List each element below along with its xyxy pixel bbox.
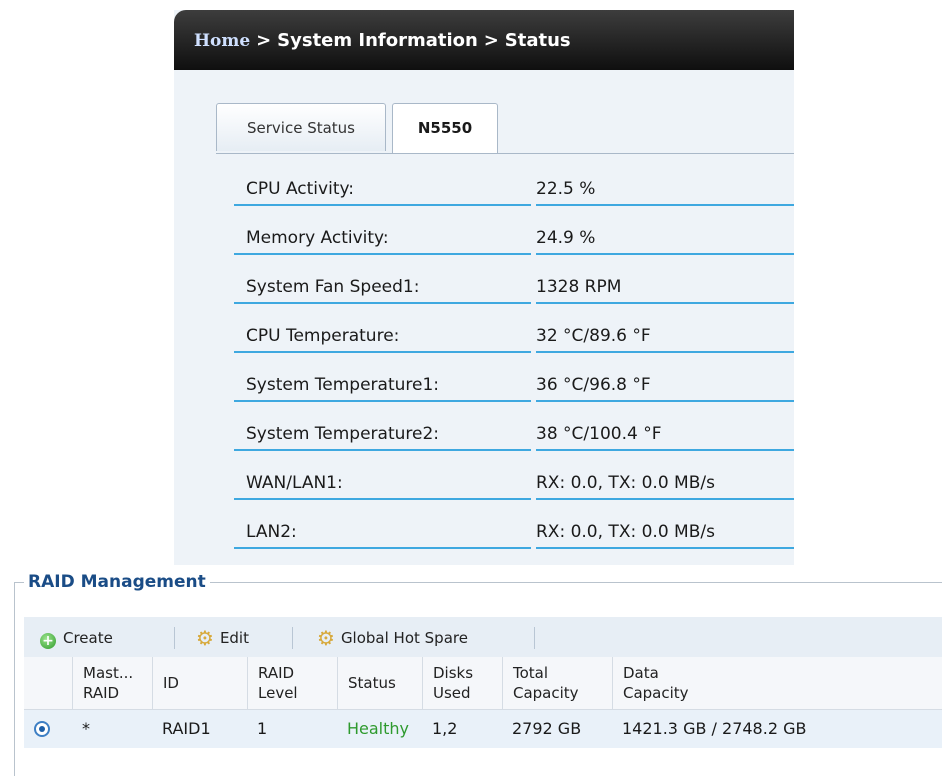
- column-header-raid-level[interactable]: RAID Level: [247, 657, 337, 709]
- breadcrumb-separator: >: [483, 30, 499, 51]
- status-value: 22.5 %: [536, 168, 794, 206]
- column-header-text: Level: [258, 684, 298, 702]
- status-value: 38 °C/100.4 °F: [536, 413, 794, 451]
- status-row-system-temperature1: System Temperature1: 36 °C/96.8 °F: [234, 364, 794, 404]
- status-row-cpu-activity: CPU Activity: 22.5 %: [234, 168, 794, 208]
- column-header-text: Data: [623, 664, 659, 682]
- tab-n5550[interactable]: N5550: [392, 103, 498, 153]
- edit-button[interactable]: ⚙ Edit: [196, 617, 249, 657]
- column-header-data-capacity[interactable]: Data Capacity: [612, 657, 942, 709]
- column-header-text: Used: [433, 684, 471, 702]
- breadcrumb-home[interactable]: Home: [194, 31, 250, 51]
- status-label: System Temperature2:: [234, 413, 531, 451]
- breadcrumb-separator: >: [256, 30, 272, 51]
- status-row-cpu-temperature: CPU Temperature: 32 °C/89.6 °F: [234, 315, 794, 355]
- column-header-master-raid[interactable]: Mast... RAID: [72, 657, 152, 709]
- raid-table-header: Mast... RAID ID RAID Level Status Disks Use…: [24, 657, 942, 710]
- status-label: WAN/LAN1:: [234, 462, 531, 500]
- toolbar-separator: [534, 627, 535, 649]
- status-value: 32 °C/89.6 °F: [536, 315, 794, 353]
- create-button[interactable]: + Create: [40, 617, 113, 657]
- breadcrumb-status: Status: [504, 30, 571, 51]
- raid-management-panel: RAID Management + Create ⚙ Edit ⚙ Global Ho…: [14, 570, 942, 776]
- column-header-status[interactable]: Status: [337, 657, 422, 709]
- gear-icon: ⚙: [317, 626, 335, 650]
- column-header-text: ID: [163, 674, 179, 692]
- plus-circle-icon: +: [40, 633, 56, 649]
- raid-management-title: RAID Management: [24, 570, 210, 594]
- status-row-memory-activity: Memory Activity: 24.9 %: [234, 217, 794, 257]
- column-header-text: Capacity: [513, 684, 579, 702]
- create-label: Create: [63, 629, 113, 647]
- cell-data-capacity: 1421.3 GB / 2748.2 GB: [622, 719, 807, 738]
- column-header-text: Capacity: [623, 684, 689, 702]
- raid-frame-border: [14, 582, 15, 776]
- status-label: LAN2:: [234, 511, 531, 549]
- column-header-text: RAID: [83, 684, 120, 702]
- column-header-text: Status: [348, 674, 396, 692]
- column-header-total-capacity[interactable]: Total Capacity: [502, 657, 612, 709]
- cell-total-capacity: 2792 GB: [512, 719, 582, 738]
- column-header-text: RAID: [258, 664, 295, 682]
- global-hot-spare-label: Global Hot Spare: [340, 629, 468, 647]
- column-header-select: [24, 657, 72, 709]
- status-row-fan-speed: System Fan Speed1: 1328 RPM: [234, 266, 794, 306]
- breadcrumb-system-information[interactable]: System Information: [277, 30, 478, 51]
- gear-pencil-icon: ⚙: [196, 626, 214, 650]
- edit-label: Edit: [219, 629, 249, 647]
- status-value: RX: 0.0, TX: 0.0 MB/s: [536, 511, 794, 549]
- cell-id: RAID1: [162, 719, 211, 738]
- cell-disks-used: 1,2: [432, 719, 458, 738]
- cell-master-raid: *: [82, 719, 90, 738]
- status-label: System Fan Speed1:: [234, 266, 531, 304]
- status-row-system-temperature2: System Temperature2: 38 °C/100.4 °F: [234, 413, 794, 453]
- cell-raid-level: 1: [257, 719, 268, 738]
- column-header-text: Mast...: [83, 664, 134, 682]
- column-header-text: Total: [513, 664, 549, 682]
- tab-divider: [216, 153, 794, 154]
- status-row-wan-lan1: WAN/LAN1: RX: 0.0, TX: 0.0 MB/s: [234, 462, 794, 502]
- toolbar-separator: [174, 627, 175, 649]
- toolbar-separator: [292, 627, 293, 649]
- status-value: 1328 RPM: [536, 266, 794, 304]
- status-label: System Temperature1:: [234, 364, 531, 402]
- status-row-lan2: LAN2: RX: 0.0, TX: 0.0 MB/s: [234, 511, 794, 551]
- cell-status: Healthy: [347, 719, 410, 738]
- status-value: RX: 0.0, TX: 0.0 MB/s: [536, 462, 794, 500]
- status-label: CPU Temperature:: [234, 315, 531, 353]
- status-value: 24.9 %: [536, 217, 794, 255]
- column-header-disks-used[interactable]: Disks Used: [422, 657, 502, 709]
- status-value: 36 °C/96.8 °F: [536, 364, 794, 402]
- raid-toolbar: + Create ⚙ Edit ⚙ Global Hot Spare: [24, 617, 942, 657]
- tab-service-status[interactable]: Service Status: [216, 103, 386, 151]
- row-select-radio[interactable]: [34, 721, 50, 737]
- column-header-id[interactable]: ID: [152, 657, 247, 709]
- table-row[interactable]: * RAID1 1 Healthy 1,2 2792 GB 1421.3 GB …: [24, 710, 942, 748]
- status-label: Memory Activity:: [234, 217, 531, 255]
- breadcrumb: Home > System Information > Status: [174, 10, 794, 70]
- status-label: CPU Activity:: [234, 168, 531, 206]
- column-header-text: Disks: [433, 664, 474, 682]
- global-hot-spare-button[interactable]: ⚙ Global Hot Spare: [317, 617, 468, 657]
- status-panel: Home > System Information > Status Servi…: [174, 10, 794, 565]
